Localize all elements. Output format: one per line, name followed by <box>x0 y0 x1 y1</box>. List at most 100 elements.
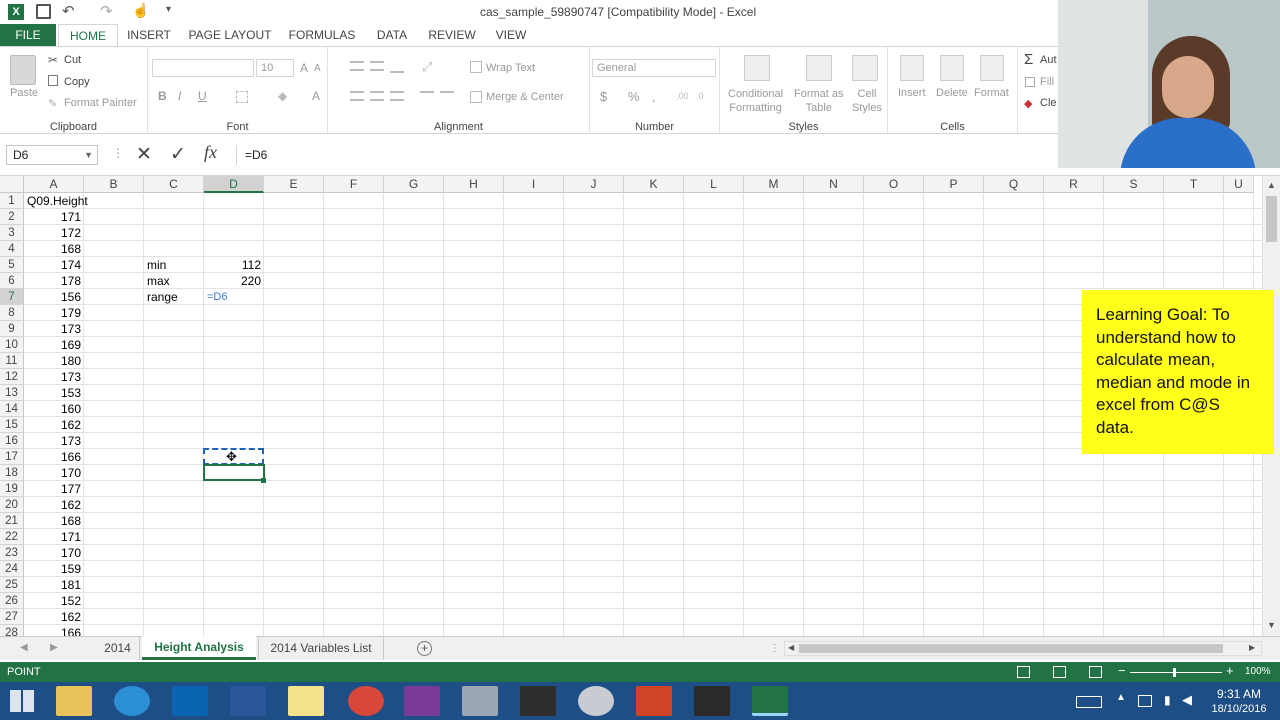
cell-a7[interactable]: 156 <box>24 289 84 305</box>
tab-formulas[interactable]: FORMULAS <box>284 24 360 46</box>
scroll-thumb[interactable] <box>1266 196 1277 242</box>
grow-font-button[interactable]: A <box>300 61 308 75</box>
font-size-select[interactable]: 10 <box>256 59 294 77</box>
onenote-icon[interactable] <box>404 686 440 716</box>
cell-c7[interactable]: range <box>144 289 204 305</box>
row-header-9[interactable]: 9 <box>0 321 24 337</box>
decrease-decimal-icon[interactable]: .0 <box>696 91 704 101</box>
excel-taskbar-icon[interactable] <box>752 686 788 716</box>
column-header-n[interactable]: N <box>804 176 864 193</box>
zoom-out-icon[interactable]: − <box>1118 663 1126 678</box>
row-header-17[interactable]: 17 <box>0 449 24 465</box>
fill-color-icon[interactable]: ◆ <box>278 89 287 103</box>
cell-a26[interactable]: 152 <box>24 593 84 609</box>
column-header-c[interactable]: C <box>144 176 204 193</box>
align-right-icon[interactable] <box>390 91 404 101</box>
cell-a9[interactable]: 173 <box>24 321 84 337</box>
cell-a24[interactable]: 159 <box>24 561 84 577</box>
powerpoint-icon[interactable] <box>636 686 672 716</box>
align-bottom-icon[interactable] <box>390 63 404 73</box>
underline-button[interactable]: U <box>198 89 207 103</box>
cut-button[interactable]: Cut <box>64 54 81 66</box>
add-sheet-button[interactable]: + <box>417 641 432 656</box>
column-header-j[interactable]: J <box>564 176 624 193</box>
merge-center-button[interactable]: Merge & Center <box>486 91 564 103</box>
currency-button[interactable]: $ <box>600 89 607 104</box>
align-middle-icon[interactable] <box>370 61 384 71</box>
sheet-tab-2014[interactable]: 2014 <box>96 637 140 660</box>
column-header-p[interactable]: P <box>924 176 984 193</box>
cell-a28[interactable]: 166 <box>24 625 84 636</box>
paste-button[interactable]: Paste <box>10 87 38 99</box>
sheet-tab-variables-list[interactable]: 2014 Variables List <box>258 637 384 660</box>
font-color-button[interactable]: A <box>312 89 320 103</box>
scroll-down-icon[interactable]: ▼ <box>1267 620 1276 630</box>
outlook-icon[interactable] <box>172 686 208 716</box>
tab-data[interactable]: DATA <box>368 24 416 46</box>
row-header-15[interactable]: 15 <box>0 417 24 433</box>
row-header-13[interactable]: 13 <box>0 385 24 401</box>
shrink-font-button[interactable]: A <box>314 63 321 74</box>
row-header-7[interactable]: 7 <box>0 289 24 305</box>
internet-explorer-icon[interactable] <box>114 686 150 716</box>
sheet-tab-height-analysis[interactable]: Height Analysis <box>142 636 256 660</box>
borders-icon[interactable] <box>236 91 248 103</box>
cell-d6[interactable]: 220 <box>204 273 264 289</box>
tab-home[interactable]: HOME <box>58 24 118 47</box>
battery-icon[interactable] <box>1138 695 1152 707</box>
decrease-indent-icon[interactable] <box>420 91 434 101</box>
name-box[interactable]: D6 ▼ <box>6 145 98 165</box>
row-header-10[interactable]: 10 <box>0 337 24 353</box>
clock-date[interactable]: 18/10/2016 <box>1208 703 1270 715</box>
fill-handle[interactable] <box>261 478 266 483</box>
row-header-1[interactable]: 1 <box>0 193 24 209</box>
bold-button[interactable]: B <box>158 89 167 103</box>
cell-a21[interactable]: 168 <box>24 513 84 529</box>
next-sheet-icon[interactable]: ▶ <box>50 642 58 653</box>
network-icon[interactable]: ▮ <box>1164 693 1171 707</box>
row-header-25[interactable]: 25 <box>0 577 24 593</box>
column-header-r[interactable]: R <box>1044 176 1104 193</box>
tab-view[interactable]: VIEW <box>488 24 534 46</box>
cell-a4[interactable]: 168 <box>24 241 84 257</box>
cell-a27[interactable]: 162 <box>24 609 84 625</box>
touch-mode-icon[interactable]: ☝ <box>132 2 149 19</box>
cell-a1[interactable]: Q09.Height <box>24 193 88 209</box>
cell-c5[interactable]: min <box>144 257 204 273</box>
hscroll-thumb[interactable] <box>799 644 1223 653</box>
row-header-4[interactable]: 4 <box>0 241 24 257</box>
font-name-select[interactable] <box>152 59 254 77</box>
row-header-16[interactable]: 16 <box>0 433 24 449</box>
calculator-icon[interactable] <box>462 686 498 716</box>
hscroll-left-icon[interactable]: ◀ <box>788 643 794 652</box>
cell-a14[interactable]: 160 <box>24 401 84 417</box>
zoom-in-icon[interactable]: + <box>1226 663 1234 678</box>
row-header-26[interactable]: 26 <box>0 593 24 609</box>
column-header-b[interactable]: B <box>84 176 144 193</box>
column-header-o[interactable]: O <box>864 176 924 193</box>
row-header-11[interactable]: 11 <box>0 353 24 369</box>
orientation-icon[interactable]: ⤢ <box>422 59 432 75</box>
zoom-slider-thumb[interactable] <box>1173 668 1176 677</box>
cell-d7[interactable]: =D6 <box>204 289 264 305</box>
format-painter-button[interactable]: Format Painter <box>64 97 137 109</box>
row-header-14[interactable]: 14 <box>0 401 24 417</box>
row-header-18[interactable]: 18 <box>0 465 24 481</box>
page-break-view-icon[interactable] <box>1089 666 1102 678</box>
column-header-h[interactable]: H <box>444 176 504 193</box>
comma-button[interactable]: , <box>652 89 656 104</box>
zoom-slider[interactable] <box>1130 672 1222 673</box>
tabs-splitter-icon[interactable]: ⋮ <box>770 643 780 654</box>
normal-view-icon[interactable] <box>1017 666 1030 678</box>
sticky-notes-icon[interactable] <box>288 686 324 716</box>
autosum-button[interactable]: Aut <box>1040 54 1057 66</box>
copy-button[interactable]: Copy <box>64 76 90 88</box>
select-all-corner[interactable] <box>0 176 24 193</box>
format-as-table-button[interactable]: Format as Table <box>794 87 844 115</box>
row-header-2[interactable]: 2 <box>0 209 24 225</box>
column-header-i[interactable]: I <box>504 176 564 193</box>
row-header-19[interactable]: 19 <box>0 481 24 497</box>
column-header-a[interactable]: A <box>24 176 84 193</box>
qat-customize-icon[interactable]: ▾ <box>166 4 171 15</box>
row-header-21[interactable]: 21 <box>0 513 24 529</box>
